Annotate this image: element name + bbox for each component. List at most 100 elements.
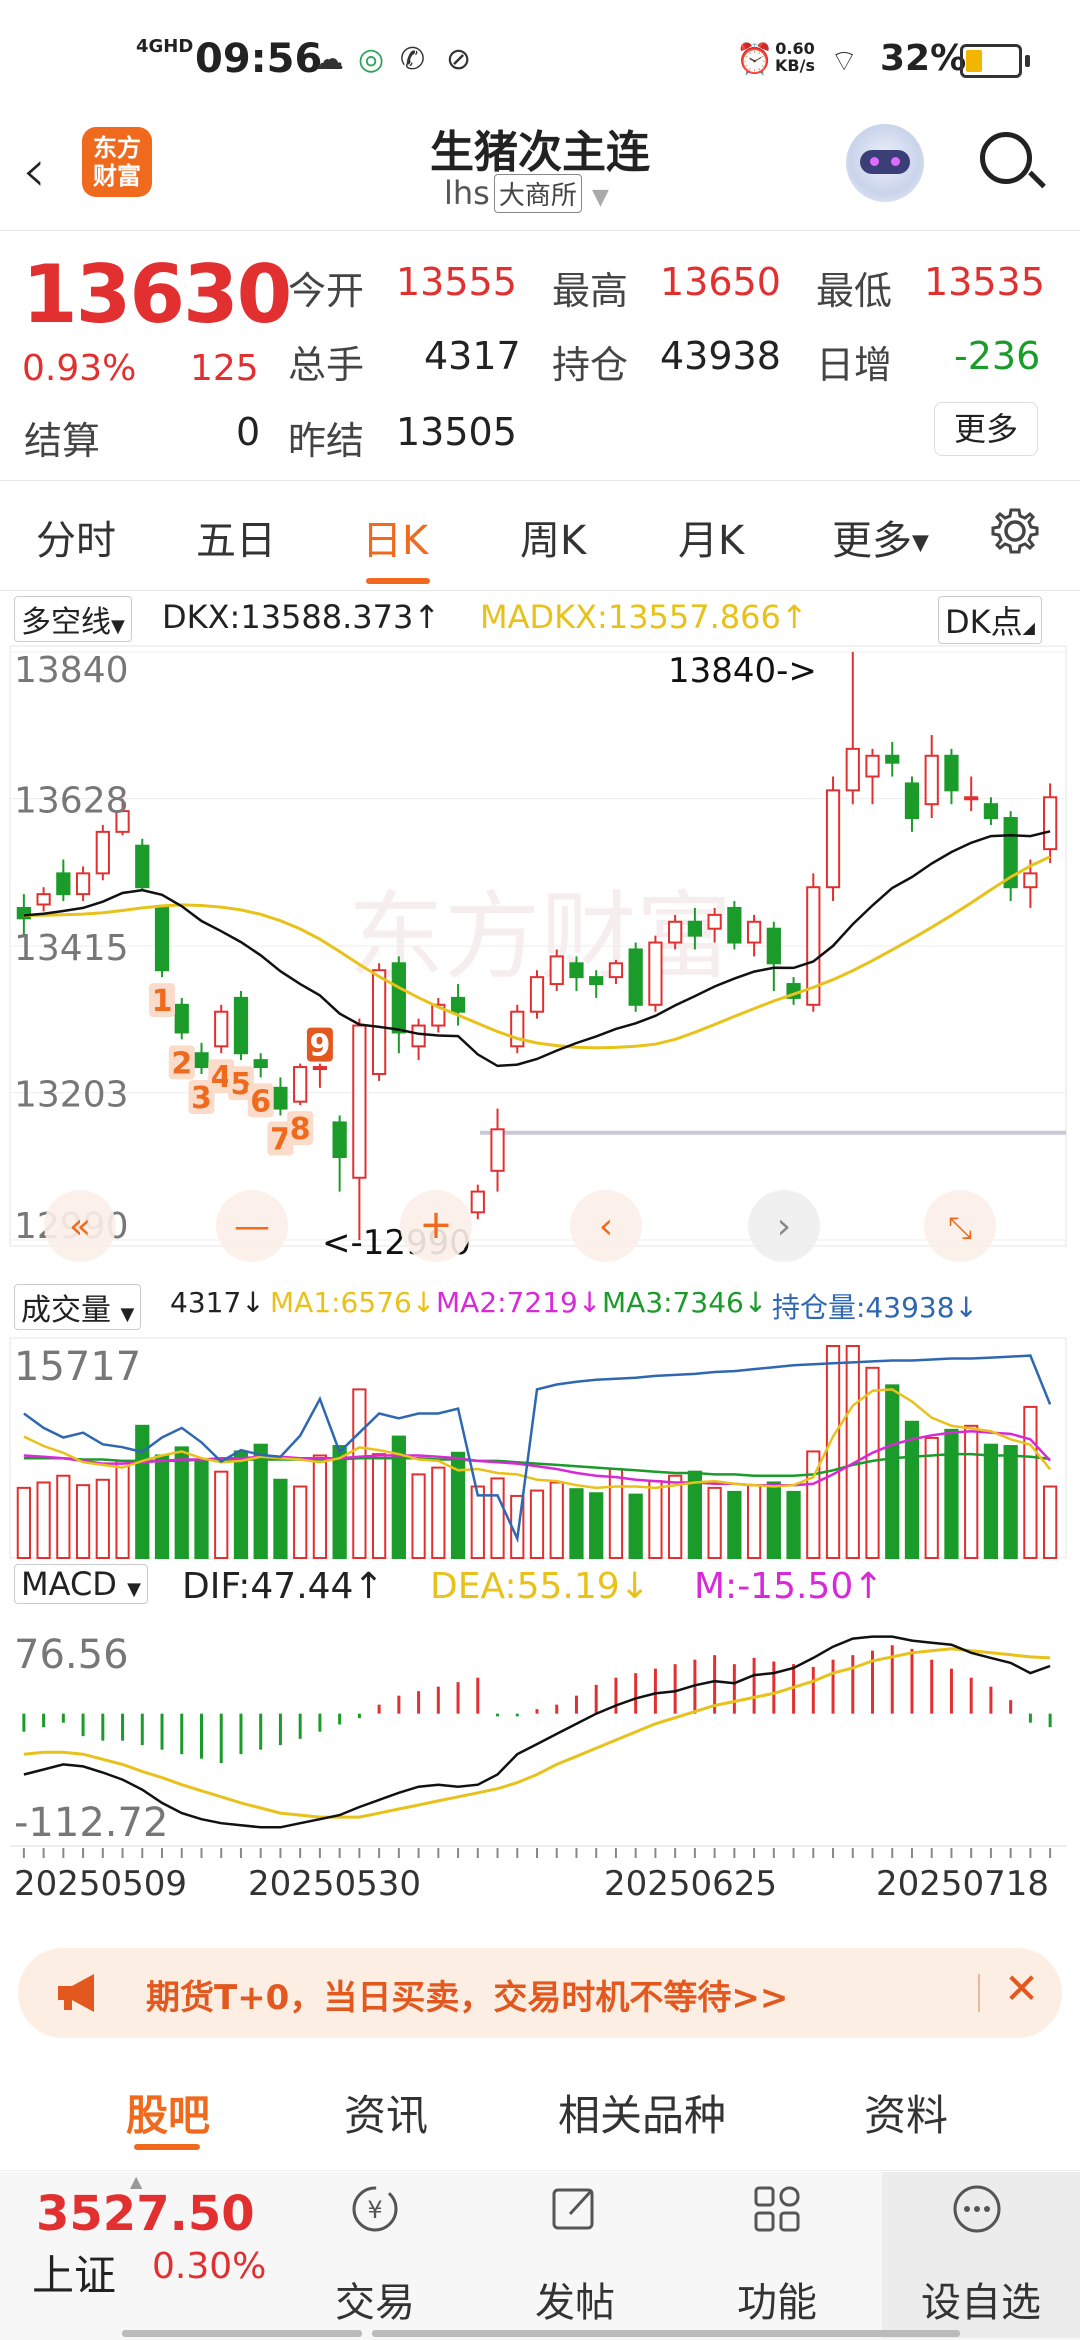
tab-forum[interactable]: 股吧 <box>126 2082 210 2143</box>
index-change: 0.30% <box>152 2246 267 2287</box>
gear-icon[interactable] <box>990 506 1040 556</box>
candle <box>233 996 249 1055</box>
y-tick-label: 13840 <box>14 650 129 691</box>
close-icon[interactable]: ✕ <box>1004 1964 1039 2013</box>
td-marker: 2 <box>171 1046 192 1081</box>
chevron-down-icon[interactable]: ▼ <box>592 185 609 210</box>
tab-news[interactable]: 资讯 <box>344 2082 428 2143</box>
ai-assistant-avatar[interactable] <box>846 124 924 202</box>
tab-more[interactable]: 更多▼ <box>832 508 929 566</box>
volume-indicator-select[interactable]: 成交量 ▼ <box>14 1284 142 1330</box>
volume-select-label: 成交量 <box>21 1293 111 1328</box>
candle <box>56 872 71 896</box>
candle <box>36 893 51 906</box>
macd-top-label: 76.56 <box>14 1632 129 1678</box>
tab-related[interactable]: 相关品种 <box>558 2082 726 2143</box>
network-indicator: 4GHD <box>136 36 194 57</box>
tab-five-day[interactable]: 五日 <box>196 508 276 566</box>
contract-code-row: lhs 大商所 ▼ <box>444 174 609 213</box>
scroll-right-button[interactable]: › <box>748 1190 820 1262</box>
volume-bar <box>56 1474 71 1559</box>
battery-icon <box>960 44 1030 78</box>
active-tab-underline <box>134 2144 200 2150</box>
td-marker: 8 <box>290 1112 311 1147</box>
search-icon[interactable] <box>980 132 1032 184</box>
post-button[interactable]: 发帖 <box>480 2174 670 2326</box>
macd-indicator-select[interactable]: MACD ▼ <box>14 1564 148 1604</box>
fullscreen-button[interactable]: ⤡ <box>924 1190 996 1262</box>
net-speed-unit: KB/s <box>775 56 815 75</box>
volume-bar <box>194 1459 209 1559</box>
tab-weekly-k[interactable]: 周K <box>520 508 586 566</box>
indicator-select[interactable]: 多空线▼ <box>14 596 132 642</box>
settle-label: 结算 <box>24 419 101 463</box>
macd-dea: DEA:55.19↓ <box>430 1566 650 1607</box>
more-quote-button[interactable]: 更多 <box>934 402 1038 456</box>
dif-line <box>23 1635 1051 1829</box>
prev-settle-label: 昨结 <box>288 419 365 463</box>
candle <box>687 920 703 937</box>
volume-bar <box>825 1345 841 1559</box>
candle <box>75 872 91 896</box>
contract-code: lhs <box>444 174 490 212</box>
high-label: 最高 <box>552 269 629 313</box>
volume-bar <box>608 1467 624 1559</box>
macd-chart[interactable]: 76.56 -112.72 <box>0 1618 1080 1848</box>
oi-change-label: 日增 <box>816 343 893 387</box>
active-tab-underline <box>366 578 430 584</box>
expand-icon: ⤡ <box>948 1211 972 1246</box>
banner-text: 期货T+0，当日买卖，交易时机不等待>> <box>146 1978 789 2018</box>
tab-daily-k[interactable]: 日K <box>362 508 428 566</box>
candle <box>628 948 643 1006</box>
status-time: 09:56 <box>195 36 323 82</box>
tab-intraday[interactable]: 分时 <box>36 508 116 566</box>
volume-bar <box>904 1420 920 1559</box>
date-label: 20250718 <box>876 1864 1049 1904</box>
scroll-first-button[interactable]: « <box>44 1190 116 1262</box>
volume-bar <box>885 1384 900 1559</box>
zoom-in-button[interactable]: + <box>400 1190 472 1262</box>
functions-button[interactable]: 功能 <box>682 2174 872 2326</box>
volume-bar <box>845 1345 860 1559</box>
volume-chart[interactable]: 15717 <box>0 1334 1080 1560</box>
add-watchlist-label: 设自选 <box>921 2280 1041 2326</box>
promo-banner[interactable]: 期货T+0，当日买卖，交易时机不等待>> ✕ <box>18 1948 1062 2038</box>
functions-label: 功能 <box>737 2280 817 2326</box>
candle <box>214 1010 229 1048</box>
volume-bar <box>766 1481 781 1559</box>
volume-bar <box>529 1489 545 1559</box>
gesture-bar <box>372 2330 960 2337</box>
y-tick-label: 13203 <box>14 1075 129 1116</box>
candle <box>707 913 722 930</box>
zoom-out-button[interactable]: — <box>216 1190 288 1262</box>
candle <box>904 782 920 820</box>
period-tabs: 分时 五日 日K 周K 月K 更多▼ <box>0 480 1080 591</box>
double-left-icon: « <box>69 1206 91 1247</box>
megaphone-icon <box>58 1974 94 2012</box>
tab-profile[interactable]: 资料 <box>864 2082 948 2143</box>
scroll-left-button[interactable]: ‹ <box>570 1190 642 1262</box>
candle <box>510 1010 525 1048</box>
volume-label: 总手 <box>288 343 365 387</box>
candlestick-chart[interactable]: 东方财富 1384013628134151320312990 13840-> <… <box>0 640 1080 1280</box>
prev-settle-value: 13505 <box>396 410 517 454</box>
gesture-bar <box>122 2330 362 2337</box>
tab-monthly-k[interactable]: 月K <box>678 508 744 566</box>
candle <box>95 830 110 875</box>
settle-value: 0 <box>236 410 261 454</box>
volume-bar <box>648 1480 663 1559</box>
volume-bar <box>233 1450 249 1559</box>
trade-label: 交易 <box>335 2280 415 2326</box>
candle <box>194 1052 209 1069</box>
candle <box>371 969 387 1075</box>
index-name: 上证 <box>32 2251 117 2300</box>
add-watchlist-button[interactable]: 设自选 <box>882 2172 1080 2338</box>
candle <box>411 1024 426 1048</box>
open-interest-label: 持仓 <box>552 343 629 387</box>
candle <box>490 1128 505 1172</box>
candle <box>332 1121 347 1158</box>
trade-button[interactable]: ¥ 交易 <box>280 2174 470 2326</box>
volume-bar <box>569 1488 584 1560</box>
dk-point-button[interactable]: DK点◢ <box>938 596 1042 644</box>
last-price: 13630 <box>22 248 292 341</box>
